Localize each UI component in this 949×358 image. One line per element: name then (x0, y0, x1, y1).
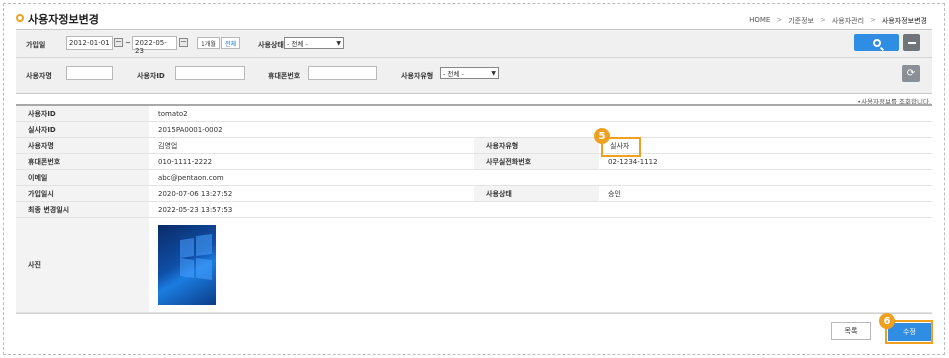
minus-icon (907, 41, 916, 44)
email-header: 이메일 (16, 170, 149, 185)
search-icon (872, 38, 881, 47)
phone-label: 휴대폰번호 (268, 72, 301, 80)
refresh-icon: ⟳ (906, 68, 916, 79)
user-id-value: tomato2 (158, 109, 188, 118)
phone-input[interactable] (308, 66, 377, 80)
last-modified-header: 최종 변경일시 (16, 202, 149, 217)
date-to-input[interactable]: 2022-05-23 (132, 36, 177, 55)
status-value: 승인 (608, 189, 621, 198)
breadcrumb-separator-icon: > (819, 16, 826, 24)
table-row: 최종 변경일시 2022-05-23 13:57:53 (16, 202, 932, 218)
email-value: abc@pentaon.com (158, 173, 224, 182)
last-modified-value: 2022-05-23 13:57:53 (158, 205, 233, 214)
breadcrumb-master-data[interactable]: 기준정보 (788, 16, 814, 26)
edit-button[interactable]: 수정 (888, 323, 931, 341)
photo-pane-shape (196, 257, 212, 281)
breadcrumb: HOME > 기준정보 > 사용자관리 > 사용자정보변경 (749, 16, 927, 26)
user-id-label: 사용자ID (137, 72, 165, 80)
user-name-input[interactable] (66, 66, 113, 80)
chevron-down-icon: ▼ (336, 39, 341, 47)
user-id-input[interactable] (175, 66, 245, 80)
callout-badge-6: 6 (879, 313, 895, 329)
one-month-button[interactable]: 1개월 (197, 37, 220, 49)
calendar-icon[interactable] (179, 38, 188, 47)
breadcrumb-separator-icon: > (776, 16, 783, 24)
table-row: 이메일 abc@pentaon.com (16, 170, 932, 186)
status-select-value: - 전체 - (287, 40, 308, 48)
user-id-header: 사용자ID (16, 106, 149, 121)
photo-pane-shape (180, 258, 194, 278)
office-phone-value: 02-1234-1112 (608, 157, 658, 166)
chevron-down-icon: ▼ (491, 69, 496, 77)
search-row-1: 가입일 2012-01-01 ~ 2022-05-23 1개월 전체 사용상태 … (16, 30, 932, 58)
user-name-value: 김영업 (158, 141, 178, 150)
all-period-button[interactable]: 전체 (221, 37, 241, 49)
page-title: 사용자정보변경 (28, 13, 99, 26)
title-bullet-icon (16, 14, 24, 22)
user-name-label: 사용자명 (26, 72, 52, 80)
user-type-select-value: - 전체 - (443, 70, 464, 78)
refresh-button[interactable]: ⟳ (902, 65, 920, 82)
user-type-value: 실사자 (599, 138, 932, 153)
status-select[interactable]: - 전체 - ▼ (284, 37, 344, 49)
mobile-value: 010-1111-2222 (158, 157, 213, 166)
breadcrumb-home[interactable]: HOME (749, 16, 770, 26)
join-date-header: 가입일시 (16, 186, 149, 201)
join-date-label: 가입일 (26, 41, 46, 49)
calendar-icon[interactable] (114, 38, 123, 47)
user-photo (158, 225, 216, 305)
table-row: 사용자ID tomato2 (16, 106, 932, 122)
photo-pane-shape (180, 238, 194, 258)
breadcrumb-separator-icon: > (870, 16, 876, 24)
user-detail-table: 사용자ID tomato2 실사자ID 2015PA0001-0002 사용자명… (16, 104, 932, 314)
search-panel: 가입일 2012-01-01 ~ 2022-05-23 1개월 전체 사용상태 … (16, 29, 932, 94)
photo-cell (149, 218, 932, 312)
date-from-input[interactable]: 2012-01-01 (66, 36, 113, 50)
callout-badge-5: 5 (594, 128, 610, 144)
table-row: 실사자ID 2015PA0001-0002 (16, 122, 932, 138)
breadcrumb-user-management[interactable]: 사용자관리 (832, 16, 864, 26)
user-type-select[interactable]: - 전체 - ▼ (440, 67, 499, 79)
list-button[interactable]: 목록 (831, 322, 871, 340)
user-name-header: 사용자명 (16, 138, 149, 153)
table-row: 가입일시 2020-07-06 13:27:52 사용상태 승인 (16, 186, 932, 202)
date-range-tilde: ~ (125, 39, 131, 47)
user-type-label: 사용자유형 (401, 72, 434, 80)
real-user-id-value: 2015PA0001-0002 (158, 125, 223, 134)
status-header: 사용상태 (474, 186, 599, 201)
status-label: 사용상태 (258, 41, 284, 49)
collapse-button[interactable] (903, 34, 920, 51)
breadcrumb-current: 사용자정보변경 (881, 17, 927, 25)
user-type-header: 사용자유형 (474, 138, 599, 153)
real-user-id-header: 실사자ID (16, 122, 149, 137)
photo-pane-shape (196, 233, 212, 257)
join-date-value: 2020-07-06 13:27:52 (158, 189, 233, 198)
search-button[interactable] (854, 34, 899, 51)
table-row: 사용자명 김영업 사용자유형 실사자 (16, 138, 932, 154)
photo-header: 사진 (16, 218, 149, 312)
table-row: 사진 (16, 218, 932, 313)
mobile-header: 휴대폰번호 (16, 154, 149, 169)
office-phone-header: 사무실전화번호 (474, 154, 599, 169)
table-row: 휴대폰번호 010-1111-2222 사무실전화번호 02-1234-1112 (16, 154, 932, 170)
